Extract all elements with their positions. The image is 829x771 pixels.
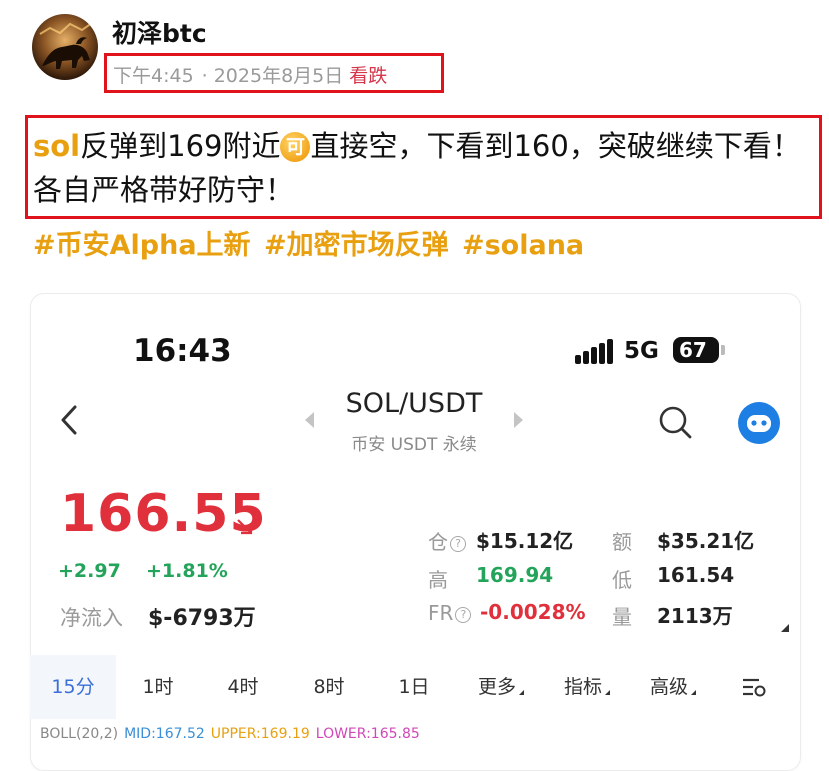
boll-upper: UPPER:169.19 <box>210 726 310 742</box>
back-chevron-icon[interactable] <box>58 404 80 436</box>
bot-avatar-icon[interactable] <box>738 402 780 444</box>
turnover-value: $35.21亿 <box>657 529 755 553</box>
open-interest-value: $15.12亿 <box>476 529 574 553</box>
boll-indicator-readout: BOLL(20,2) MID:167.52 UPPER:169.19 LOWER:16… <box>40 726 426 742</box>
volume-label: 量 <box>612 605 632 629</box>
network-type: 5G <box>624 338 659 364</box>
change-percent: +1.81% <box>146 560 228 582</box>
battery-icon: 67 <box>673 337 719 363</box>
open-interest-label: 仓? <box>428 526 466 555</box>
author-name[interactable]: 初泽btc <box>112 14 207 50</box>
search-icon[interactable] <box>657 404 693 440</box>
tab-8h[interactable]: 8时 <box>286 655 372 719</box>
post-meta: 下午4:45 · 2025年8月5日 看跌 <box>113 61 387 88</box>
change-absolute: +2.97 <box>58 560 121 582</box>
low-value: 161.54 <box>657 563 735 587</box>
dropdown-caret-icon <box>519 690 524 695</box>
hashtag-list: #币安Alpha上新 #加密市场反弹 #solana <box>33 223 584 262</box>
funding-rate-label: FR? <box>428 601 472 625</box>
boll-mid: MID:167.52 <box>124 726 205 742</box>
battery-tip <box>721 345 725 355</box>
boll-name: BOLL(20,2) <box>40 726 119 742</box>
info-circle-icon[interactable]: ? <box>455 607 472 623</box>
down-right-arrow-icon <box>237 519 253 535</box>
next-pair-icon[interactable] <box>514 412 523 428</box>
hashtag[interactable]: #币安Alpha上新 <box>33 230 251 261</box>
post-time: 下午4:45 <box>113 65 194 87</box>
turnover-label: 额 <box>612 530 632 554</box>
high-label: 高 <box>428 568 448 592</box>
tab-4h[interactable]: 4时 <box>200 655 286 719</box>
chart-settings-icon[interactable] <box>741 676 767 698</box>
funding-rate-value: -0.0028% <box>480 600 586 624</box>
cellular-signal-icon <box>575 338 615 364</box>
author-avatar[interactable] <box>32 14 98 80</box>
emoji-icon: 可 <box>280 132 311 162</box>
timeframe-tabbar: 15分 1时 4时 8时 1日 更多 指标 高级 <box>30 655 799 719</box>
info-circle-icon[interactable]: ? <box>450 536 466 552</box>
hashtag[interactable]: #加密市场反弹 <box>264 230 449 261</box>
tab-indicators[interactable]: 指标 <box>544 655 630 719</box>
dropdown-caret-icon <box>605 690 610 695</box>
post-body: sol反弹到169附近可直接空，下看到160，突破继续下看！各自严格带好防守！ <box>33 124 815 212</box>
status-clock: 16:43 <box>133 333 232 369</box>
high-value: 169.94 <box>476 563 554 587</box>
low-label: 低 <box>612 568 632 592</box>
bull-avatar-icon <box>32 14 98 80</box>
net-inflow-value: $-6793万 <box>148 606 256 631</box>
tab-advanced[interactable]: 高级 <box>630 655 716 719</box>
dropdown-caret-icon <box>691 690 696 695</box>
expand-stats-corner[interactable] <box>781 624 789 632</box>
net-inflow-label: 净流入 <box>60 606 123 630</box>
volume-value: 2113万 <box>657 604 733 628</box>
meta-separator: · <box>201 65 208 87</box>
coin-keyword[interactable]: sol <box>33 129 80 163</box>
post-body-part1: 反弹到169附近 <box>80 129 281 163</box>
pair-subtitle: 币安 USDT 永续 <box>351 435 477 455</box>
boll-lower: LOWER:165.85 <box>315 726 420 742</box>
tab-more[interactable]: 更多 <box>458 655 544 719</box>
hashtag[interactable]: #solana <box>462 230 584 261</box>
pair-title[interactable]: SOL/USDT <box>300 388 528 419</box>
tab-15m[interactable]: 15分 <box>30 655 116 719</box>
tab-1d[interactable]: 1日 <box>372 655 456 719</box>
post-date: 2025年8月5日 <box>213 65 344 87</box>
sentiment-tag[interactable]: 看跌 <box>349 65 387 87</box>
tab-1h[interactable]: 1时 <box>116 655 200 719</box>
